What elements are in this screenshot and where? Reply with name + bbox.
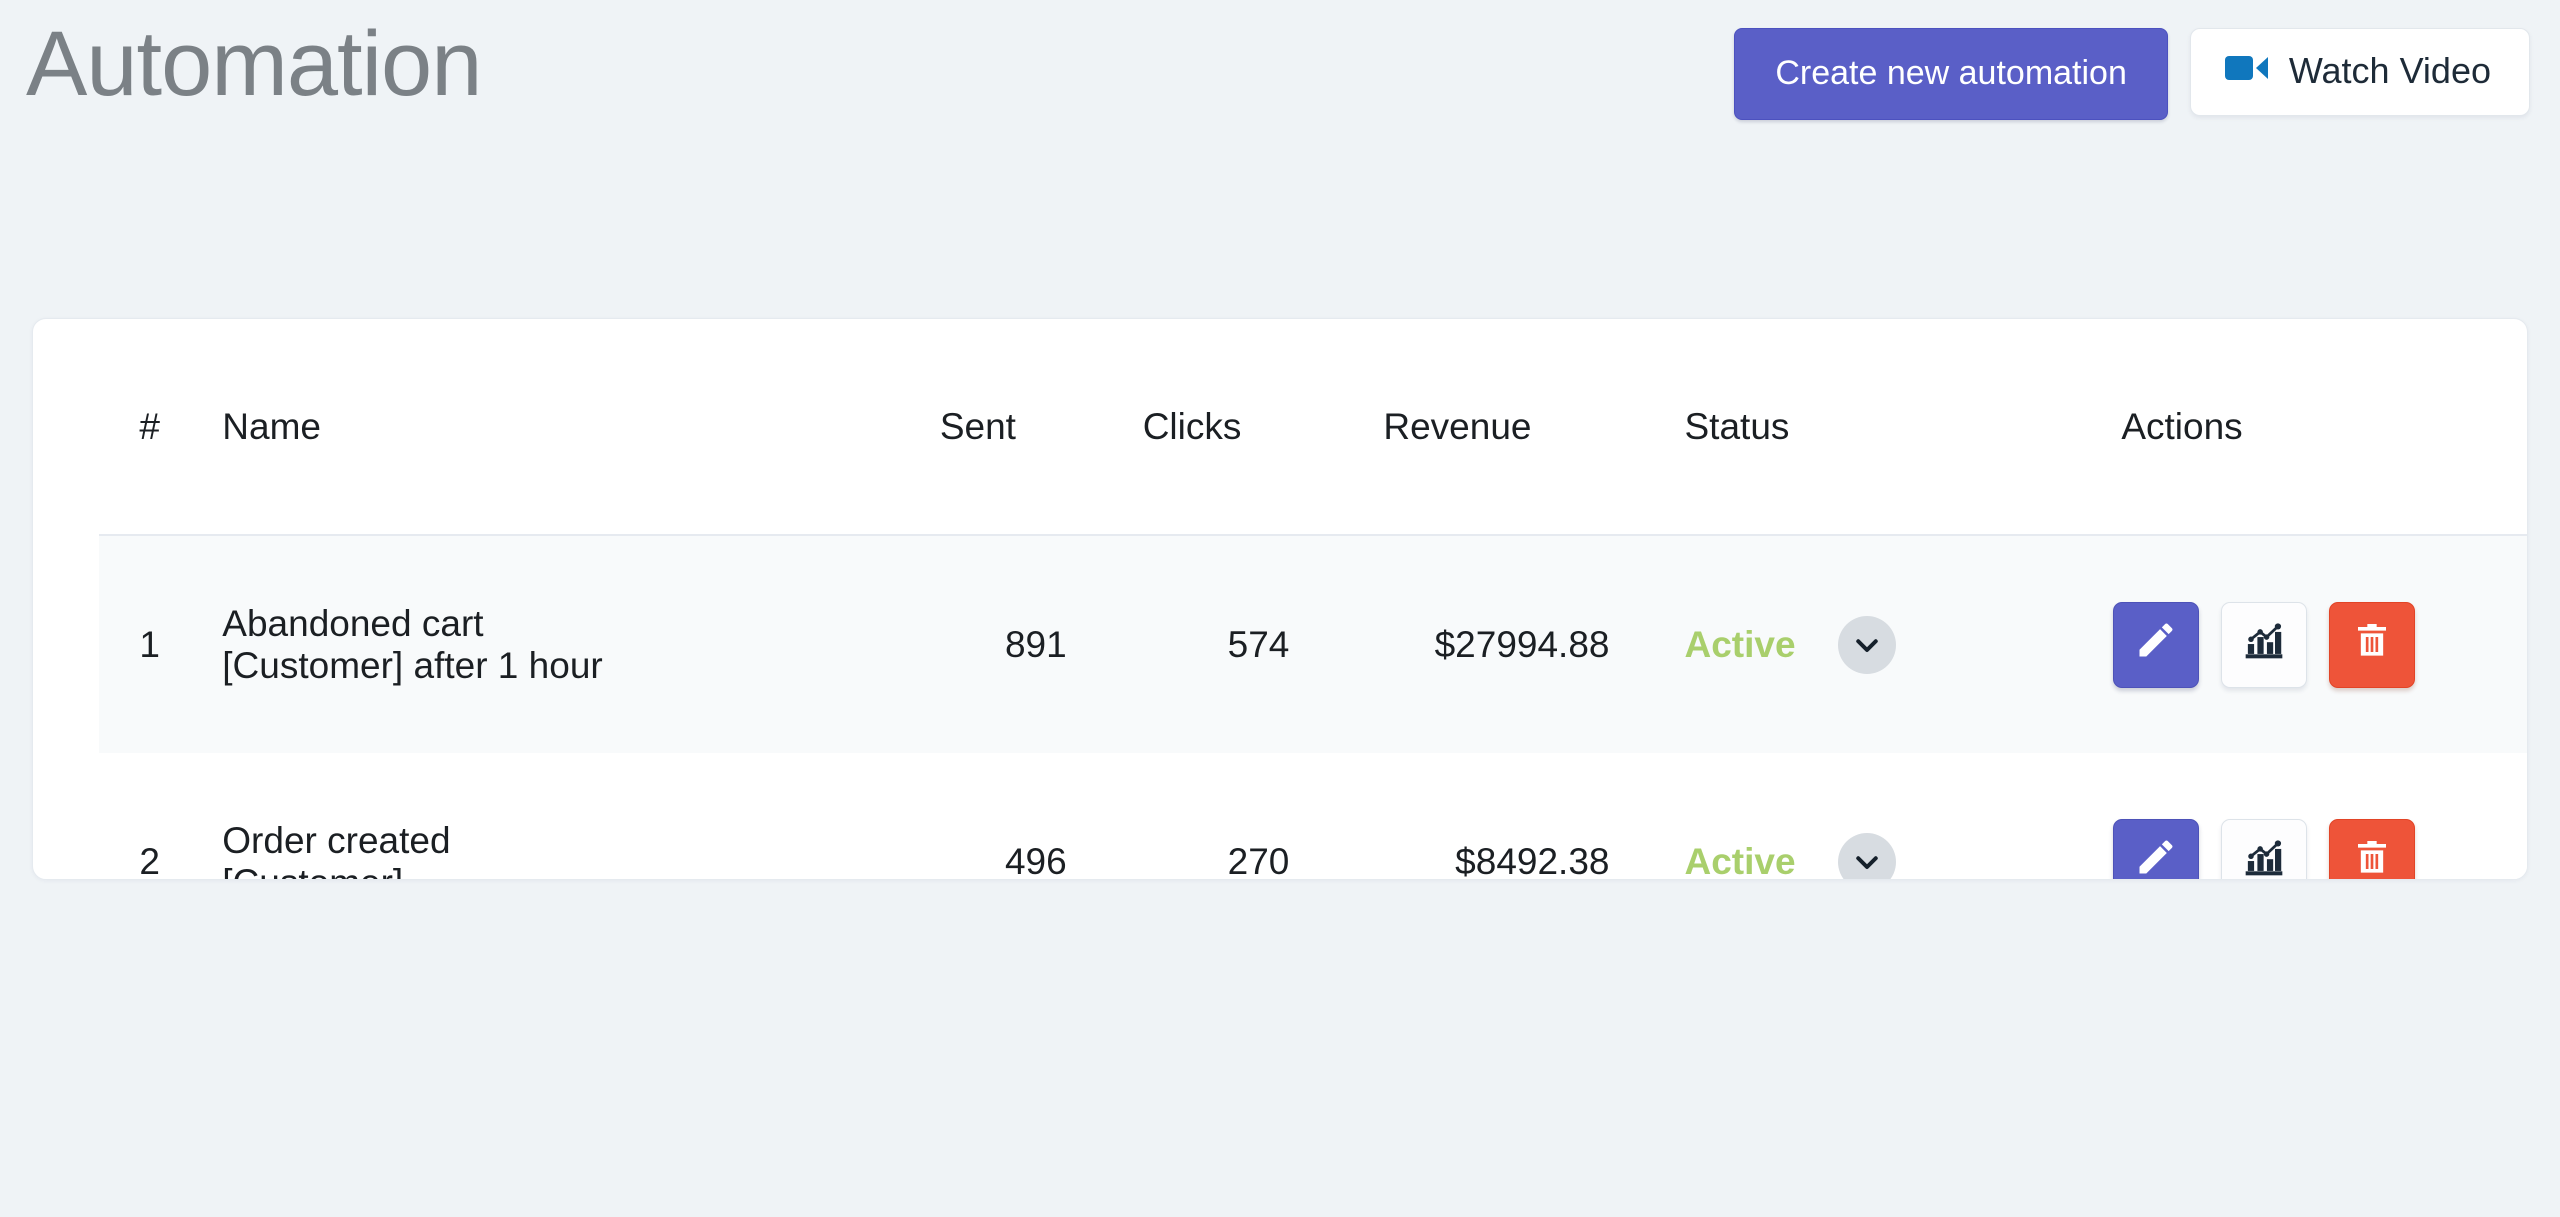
table-body: 1 Abandoned cart [Customer] after 1 hour… bbox=[99, 535, 2527, 880]
row-clicks: 574 bbox=[1094, 535, 1306, 753]
header-actions: Create new automation Watch Video bbox=[1734, 28, 2530, 120]
row-name-line-2: [Customer] bbox=[222, 862, 889, 880]
row-revenue: $8492.38 bbox=[1305, 753, 1630, 879]
row-name-line-1: Abandoned cart bbox=[222, 603, 484, 645]
row-status-cell: Active bbox=[1629, 535, 2086, 753]
row-sent: 496 bbox=[889, 753, 1095, 879]
column-header-name: Name bbox=[200, 319, 890, 536]
row-name-line-1: Order created bbox=[222, 820, 451, 862]
row-actions-cell bbox=[2085, 535, 2527, 753]
watch-video-label: Watch Video bbox=[2288, 50, 2491, 91]
row-clicks: 270 bbox=[1094, 753, 1306, 879]
column-header-clicks: Clicks bbox=[1094, 319, 1306, 536]
row-sent: 891 bbox=[889, 535, 1095, 753]
column-header-status: Status bbox=[1629, 319, 2086, 536]
page-title: Automation bbox=[26, 13, 482, 115]
view-stats-button[interactable] bbox=[2221, 818, 2308, 879]
column-header-revenue: Revenue bbox=[1305, 319, 1630, 536]
row-revenue: $27994.88 bbox=[1305, 535, 1630, 753]
create-new-automation-button[interactable]: Create new automation bbox=[1734, 28, 2168, 120]
row-name: Order created [Customer] bbox=[200, 753, 890, 880]
pencil-icon bbox=[2134, 835, 2178, 879]
edit-automation-button[interactable] bbox=[2113, 818, 2200, 879]
bar-chart-icon bbox=[2242, 835, 2286, 879]
row-status-cell: Active bbox=[1629, 753, 2086, 880]
column-header-sent: Sent bbox=[889, 319, 1095, 536]
table-header-row: # Name Sent Clicks Revenue Status Action… bbox=[99, 319, 2527, 536]
trash-icon bbox=[2352, 620, 2392, 669]
row-name-line-2: [Customer] after 1 hour bbox=[222, 644, 603, 686]
row-actions-cell bbox=[2085, 753, 2527, 879]
delete-automation-button[interactable] bbox=[2329, 818, 2416, 879]
row-number: 2 bbox=[99, 753, 201, 879]
column-header-number: # bbox=[99, 319, 201, 536]
table-row: 1 Abandoned cart [Customer] after 1 hour… bbox=[99, 535, 2527, 753]
row-name: Abandoned cart [Customer] after 1 hour bbox=[200, 535, 890, 753]
bar-chart-icon bbox=[2242, 618, 2286, 671]
status-badge: Active bbox=[1684, 623, 1796, 665]
status-badge: Active bbox=[1684, 840, 1796, 880]
chevron-down-icon[interactable] bbox=[1837, 832, 1896, 879]
row-number: 1 bbox=[99, 535, 201, 753]
trash-icon bbox=[2352, 837, 2392, 879]
chevron-down-icon[interactable] bbox=[1837, 615, 1896, 674]
column-header-actions: Actions bbox=[2085, 319, 2527, 536]
pencil-icon bbox=[2134, 618, 2178, 671]
table-row: 2 Order created [Customer] 496 270 $8492… bbox=[99, 753, 2527, 880]
automation-table-card: # Name Sent Clicks Revenue Status Action… bbox=[32, 318, 2528, 880]
view-stats-button[interactable] bbox=[2221, 601, 2308, 688]
table-header: # Name Sent Clicks Revenue Status Action… bbox=[99, 319, 2527, 536]
watch-video-button[interactable]: Watch Video bbox=[2189, 28, 2530, 116]
video-camera-icon bbox=[2224, 53, 2269, 89]
page-header: Automation Create new automation Watch V… bbox=[0, 0, 2560, 185]
automation-table: # Name Sent Clicks Revenue Status Action… bbox=[99, 319, 2527, 880]
edit-automation-button[interactable] bbox=[2113, 601, 2200, 688]
delete-automation-button[interactable] bbox=[2329, 601, 2416, 688]
